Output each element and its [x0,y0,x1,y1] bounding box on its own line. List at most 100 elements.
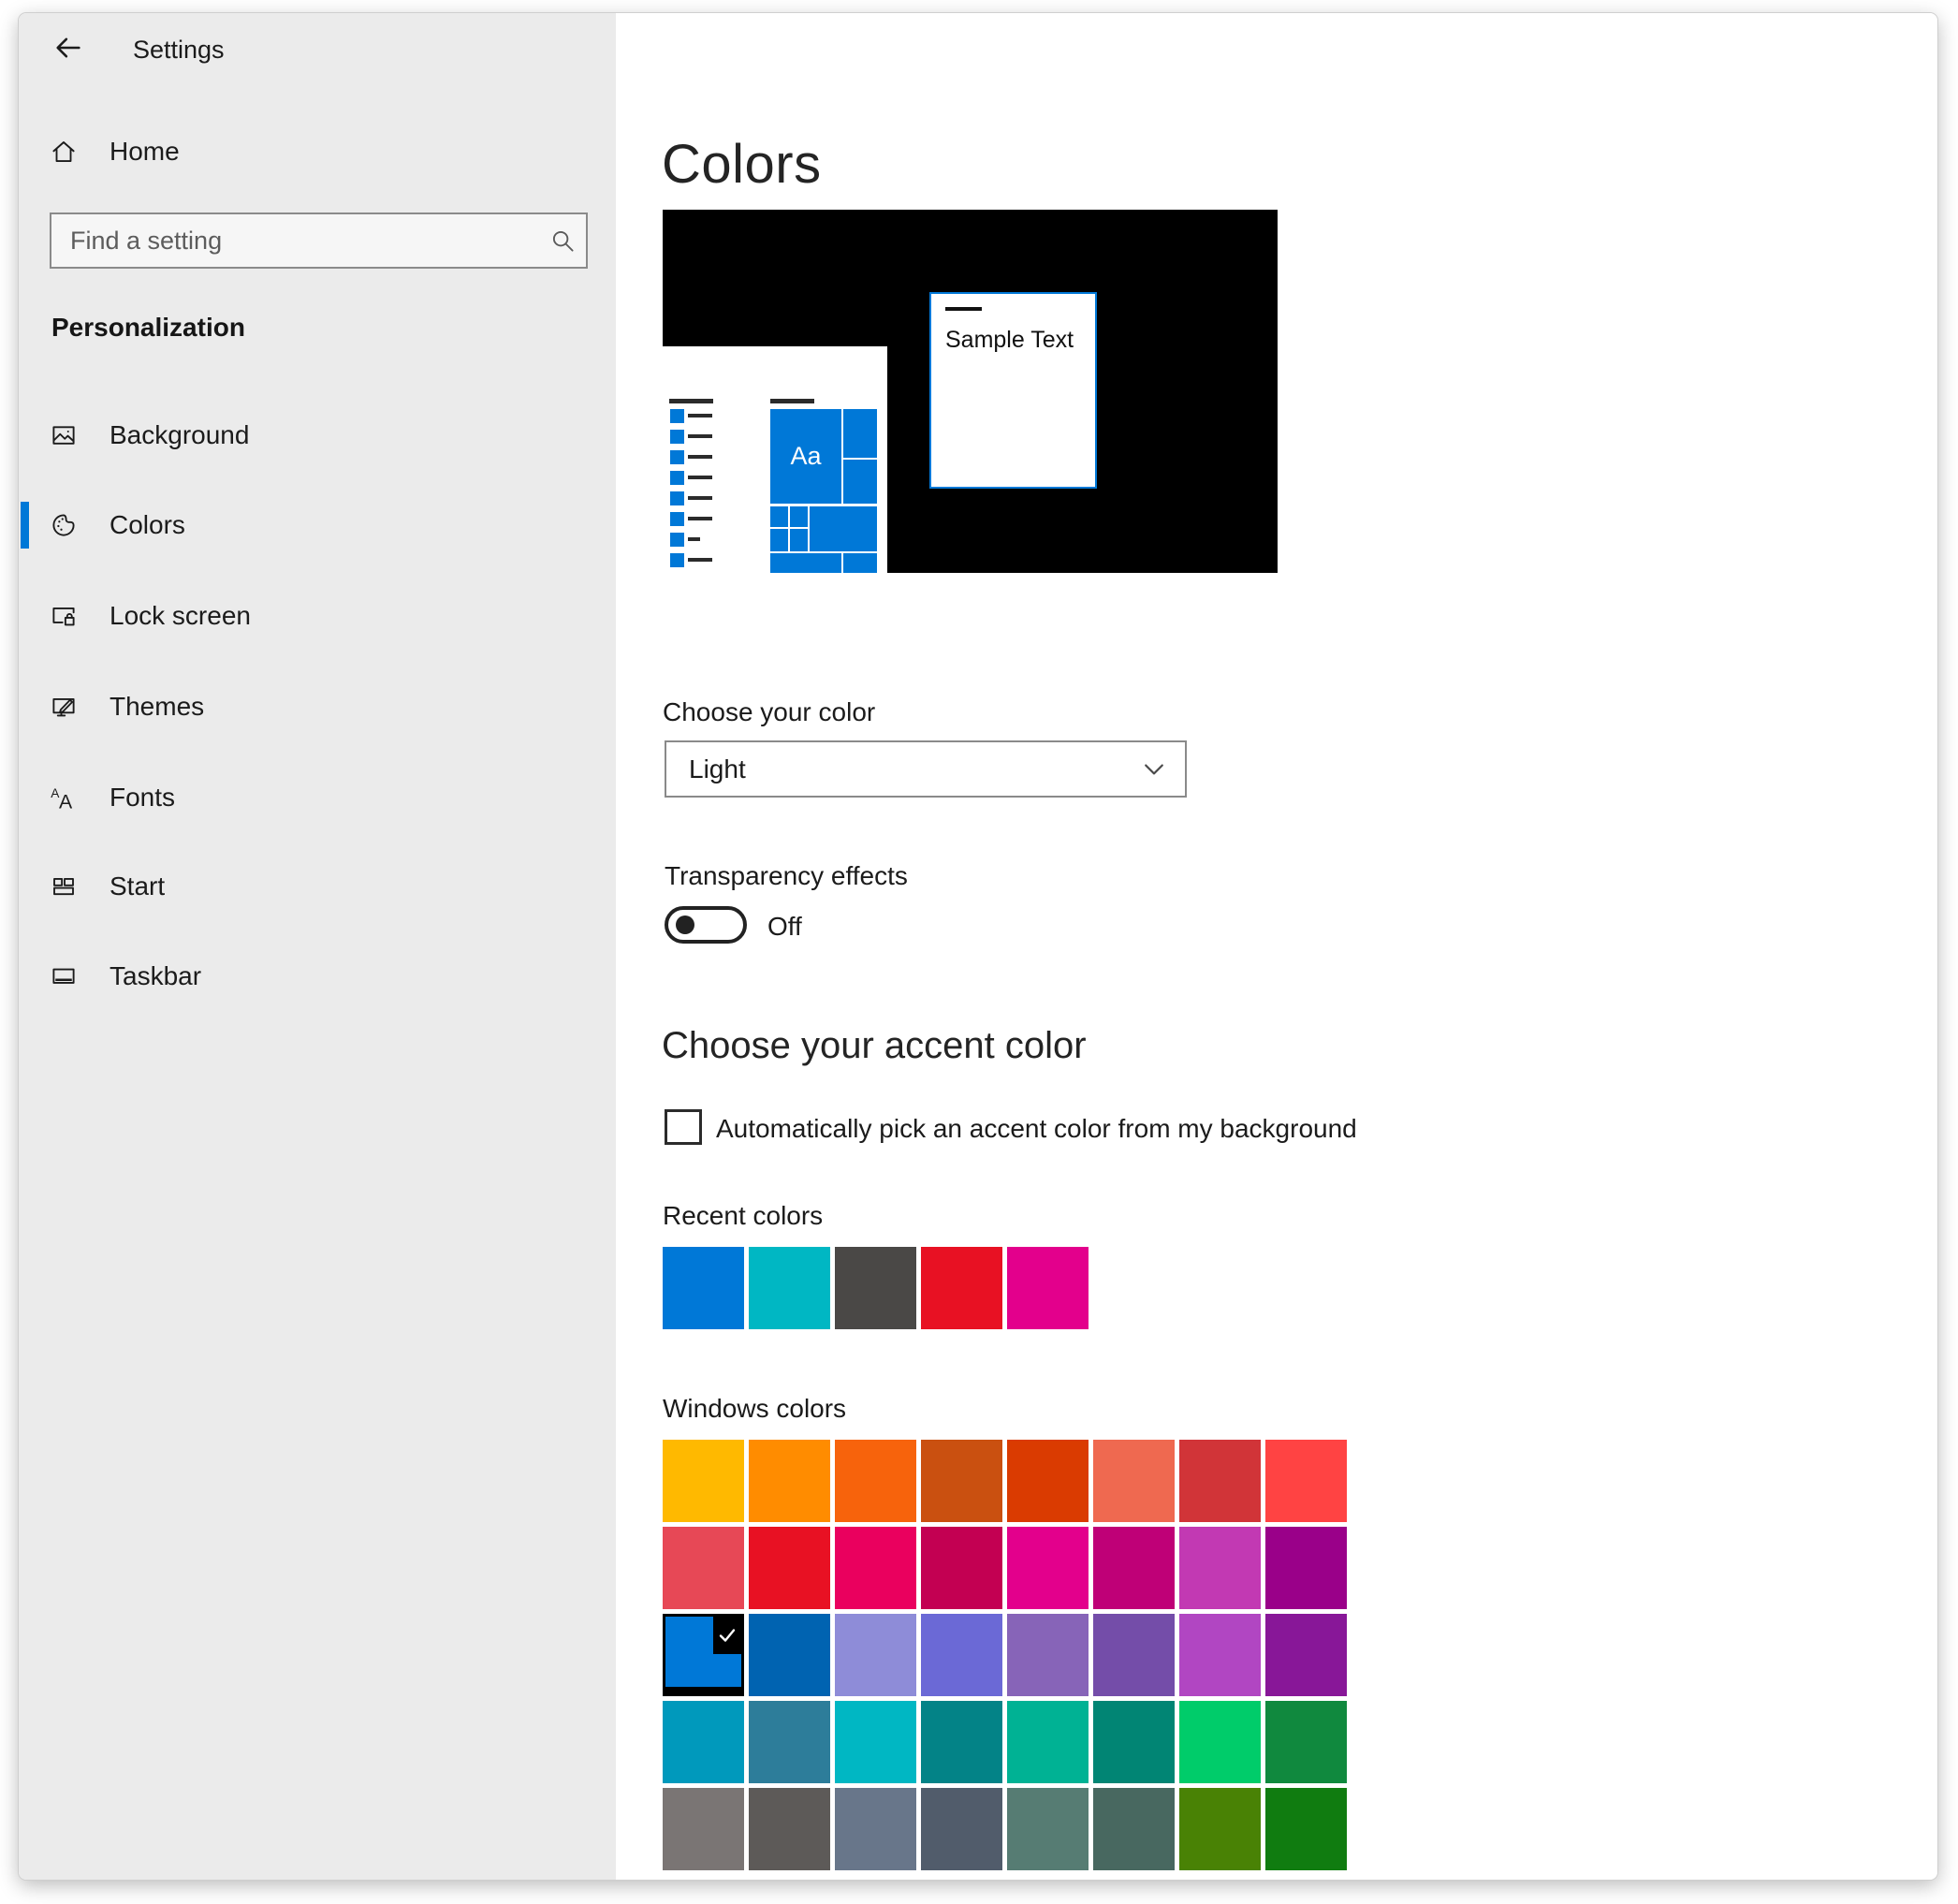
background-image-icon [50,421,78,449]
sidebar-item-colors[interactable]: Colors [19,497,616,553]
accent-color-swatch[interactable] [835,1527,916,1609]
accent-color-swatch[interactable] [1179,1527,1261,1609]
sidebar: Settings Home Personalization Background [19,13,616,1880]
chevron-down-icon [1140,755,1168,784]
accent-color-swatch[interactable] [921,1701,1002,1783]
accent-color-swatch[interactable] [1265,1440,1347,1522]
accent-color-swatch[interactable] [835,1788,916,1870]
recent-colors-label: Recent colors [663,1201,823,1231]
palette-icon [50,511,78,539]
recent-color-swatch[interactable] [1007,1247,1089,1329]
recent-color-swatch[interactable] [835,1247,916,1329]
transparency-state: Off [767,912,802,942]
accent-color-swatch[interactable] [1179,1701,1261,1783]
accent-color-swatch-selected[interactable] [663,1614,744,1696]
recent-color-swatch[interactable] [921,1247,1002,1329]
taskbar-icon [50,962,78,990]
home-icon [50,138,78,166]
accent-color-swatch[interactable] [1093,1614,1175,1696]
lock-screen-icon [50,602,78,630]
sidebar-item-taskbar[interactable]: Taskbar [19,948,616,1004]
sidebar-item-background[interactable]: Background [19,407,616,463]
windows-colors-label: Windows colors [663,1394,846,1424]
accent-color-swatch[interactable] [749,1788,830,1870]
accent-color-swatch[interactable] [921,1788,1002,1870]
themes-icon [50,693,78,721]
preview-aa-tile: Aa [770,409,841,504]
accent-color-swatch[interactable] [1265,1788,1347,1870]
accent-color-swatch[interactable] [1179,1440,1261,1522]
selected-check-icon [713,1617,741,1654]
color-mode-dropdown[interactable]: Light [665,740,1187,798]
sidebar-item-label: Home [110,124,180,180]
sidebar-item-label: Background [110,407,249,463]
back-button[interactable] [52,32,84,64]
accent-color-swatch[interactable] [1179,1614,1261,1696]
accent-color-swatch[interactable] [663,1788,744,1870]
accent-color-swatch[interactable] [921,1614,1002,1696]
accent-color-swatch[interactable] [1007,1440,1089,1522]
search-icon [548,227,577,255]
sidebar-item-label: Taskbar [110,948,201,1004]
main-content: Colors Aa [616,13,1937,1880]
accent-color-swatch[interactable] [1093,1440,1175,1522]
auto-pick-label: Automatically pick an accent color from … [716,1114,1357,1144]
search-input[interactable] [51,214,586,267]
page-title: Colors [662,133,822,196]
accent-color-heading: Choose your accent color [662,1025,1087,1067]
accent-color-swatch[interactable] [1093,1788,1175,1870]
accent-color-swatch[interactable] [1093,1527,1175,1609]
preview-sample-text: Sample Text [945,327,1074,354]
settings-window: Settings Home Personalization Background [19,13,1937,1880]
accent-color-swatch[interactable] [835,1614,916,1696]
transparency-toggle[interactable] [665,906,747,944]
sidebar-item-label: Lock screen [110,588,251,644]
accent-color-swatch[interactable] [663,1527,744,1609]
accent-color-swatch[interactable] [835,1440,916,1522]
accent-color-swatch[interactable] [749,1440,830,1522]
accent-color-swatch[interactable] [1265,1527,1347,1609]
preview-tiles-title [770,399,814,403]
sidebar-item-fonts[interactable]: A A Fonts [19,769,616,826]
sidebar-item-start[interactable]: Start [19,858,616,915]
accent-color-swatch[interactable] [921,1527,1002,1609]
search-box [50,212,588,269]
sidebar-item-label: Start [110,858,165,915]
sidebar-item-themes[interactable]: Themes [19,679,616,735]
start-tiles-icon [50,872,78,901]
accent-color-swatch[interactable] [1007,1614,1089,1696]
accent-color-swatch[interactable] [835,1701,916,1783]
accent-color-swatch[interactable] [749,1527,830,1609]
sidebar-item-label: Themes [110,679,204,735]
accent-color-swatch[interactable] [1007,1701,1089,1783]
accent-color-swatch[interactable] [1093,1701,1175,1783]
sidebar-section-heading: Personalization [51,313,245,343]
accent-color-swatch[interactable] [1007,1527,1089,1609]
choose-color-label: Choose your color [663,697,875,727]
color-mode-value: Light [689,742,746,796]
svg-text:A: A [59,790,73,812]
accent-color-swatch[interactable] [921,1440,1002,1522]
preview-list-title [669,399,713,403]
recent-color-swatch[interactable] [663,1247,744,1329]
accent-color-swatch[interactable] [749,1701,830,1783]
back-arrow-icon [52,32,84,64]
app-title: Settings [133,36,225,65]
accent-color-swatch[interactable] [663,1440,744,1522]
accent-color-swatch[interactable] [1007,1788,1089,1870]
sidebar-item-label: Colors [110,497,185,553]
auto-pick-checkbox[interactable] [665,1109,702,1145]
accent-color-swatch[interactable] [1179,1788,1261,1870]
accent-color-swatch[interactable] [663,1701,744,1783]
accent-color-swatch[interactable] [1265,1614,1347,1696]
recent-colors-row [663,1247,1089,1329]
theme-preview: Aa Sample Text [663,210,1278,573]
accent-color-swatch[interactable] [749,1614,830,1696]
recent-color-swatch[interactable] [749,1247,830,1329]
accent-color-swatch[interactable] [1265,1701,1347,1783]
sidebar-item-home[interactable]: Home [19,124,616,180]
toggle-knob [676,915,694,934]
sidebar-item-lock-screen[interactable]: Lock screen [19,588,616,644]
windows-colors-grid [663,1440,1347,1870]
transparency-label: Transparency effects [665,861,908,891]
